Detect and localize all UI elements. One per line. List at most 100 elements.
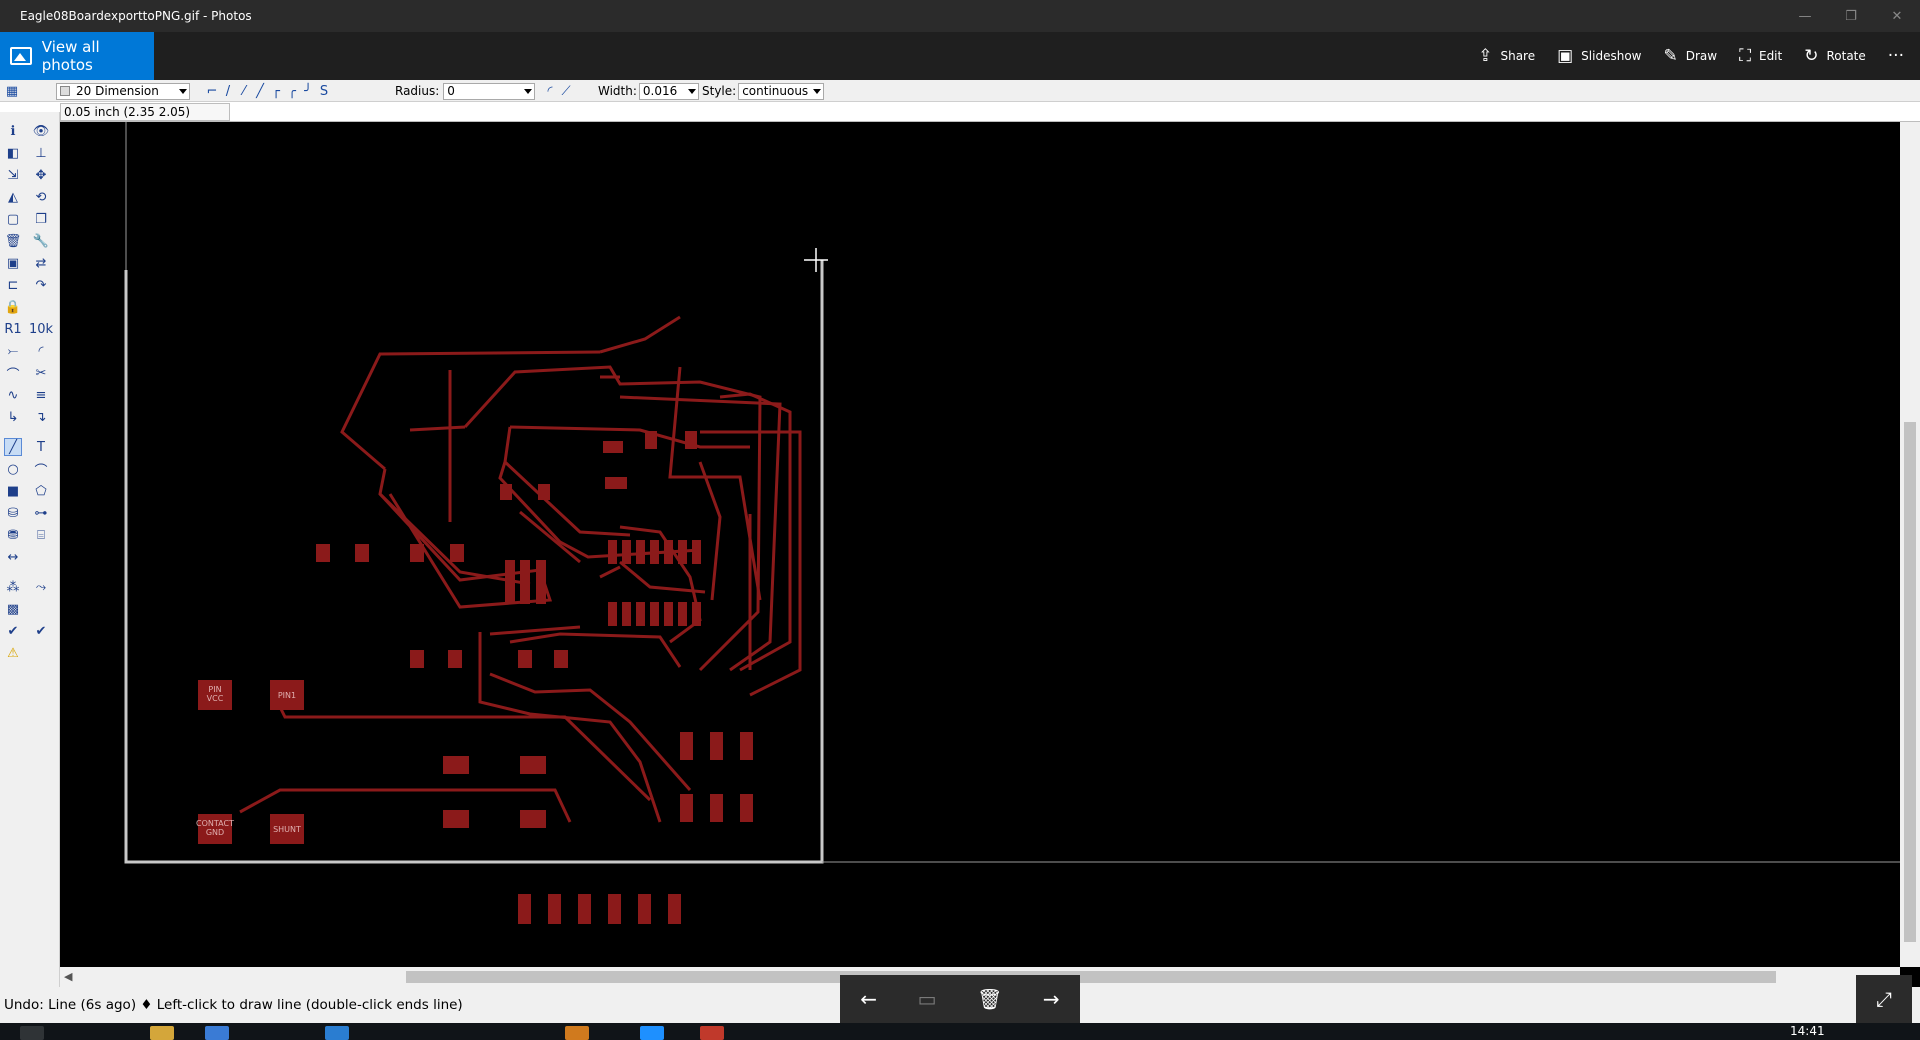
file-explorer-icon[interactable]	[150, 1026, 174, 1040]
full-screen-button[interactable]: ⤢	[1856, 975, 1912, 1023]
contact-label-1: CONTACT	[196, 819, 234, 828]
grid-button[interactable]: ▦	[4, 82, 20, 100]
erc-icon[interactable]: ✔	[4, 622, 22, 640]
polygon-tool-icon[interactable]: ⬠	[32, 482, 50, 500]
maximize-button[interactable]: ❐	[1828, 0, 1874, 32]
route-multi-icon[interactable]: ↴	[32, 408, 50, 426]
smash-icon[interactable]: ⊏	[4, 276, 22, 294]
attribute-icon[interactable]: ⌸	[32, 526, 50, 544]
app3-icon[interactable]	[700, 1026, 724, 1040]
arc-cap-round-icon[interactable]: ◜	[542, 83, 558, 99]
show-icon[interactable]: 👁	[32, 122, 50, 140]
move-cross-icon[interactable]: ✥	[32, 166, 50, 184]
next-photo-button[interactable]: →	[1043, 987, 1060, 1011]
eagle-taskbar-icon[interactable]	[565, 1026, 589, 1040]
mirror-icon[interactable]: ◭	[4, 188, 22, 206]
value-icon[interactable]: 10k	[29, 320, 53, 338]
start-icon[interactable]	[20, 1026, 44, 1040]
more-icon: ···	[1887, 46, 1904, 66]
rotate-label: Rotate	[1826, 49, 1866, 63]
route-icon[interactable]: ≡	[32, 386, 50, 404]
display-layers-icon[interactable]: ◧	[4, 144, 22, 162]
bend-l-icon[interactable]: ┌	[268, 83, 284, 99]
meander-icon[interactable]: ∿	[4, 386, 22, 404]
close-button[interactable]: ✕	[1874, 0, 1920, 32]
horizontal-scroll-thumb[interactable]	[406, 971, 1776, 983]
fit-photo-button[interactable]: ▭	[918, 987, 937, 1011]
optimize-icon[interactable]: ⌒	[4, 364, 22, 383]
copy-icon[interactable]: ❐	[32, 210, 50, 228]
pin-vcc-label-1: PIN	[208, 685, 221, 694]
text-tool-icon[interactable]: T	[32, 438, 50, 456]
photos-actions: ⇪ Share ▣ Slideshow ✎ Draw ⛶ Edit ↻ Rota…	[1456, 32, 1912, 80]
bend-free-icon[interactable]: /	[220, 83, 236, 99]
route-single-icon[interactable]: ↳	[4, 408, 22, 426]
browser-icon[interactable]	[205, 1026, 229, 1040]
share-icon: ⇪	[1478, 46, 1493, 66]
rect-tool-icon[interactable]: ■	[4, 482, 22, 500]
group-icon[interactable]: ▢	[4, 210, 22, 228]
rotate-tool-icon[interactable]: ⟲	[32, 188, 50, 206]
eagle-parameter-toolbar: ▦ 20 Dimension ⌐ / ⁄ ╱ ┌ ╭ ╯ S Radius: 0…	[0, 80, 1920, 102]
mark-icon[interactable]: ⊥	[32, 144, 50, 162]
board-outline	[124, 260, 824, 864]
split-icon[interactable]: ⤚	[4, 342, 22, 360]
via-icon[interactable]: ⛁	[4, 504, 22, 522]
errors-warning-icon[interactable]: ⚠	[4, 644, 22, 662]
delete-photo-button[interactable]: 🗑	[977, 987, 1002, 1011]
dimension-icon[interactable]: ↔	[4, 548, 22, 566]
autorouter-icon[interactable]: ⤳	[32, 578, 50, 596]
bend-45-icon[interactable]: ⁄	[236, 83, 252, 99]
move-icon[interactable]: ⇲	[4, 166, 22, 184]
arc-tool-icon[interactable]: ⌒	[32, 460, 50, 479]
circle-tool-icon[interactable]: ○	[4, 460, 22, 478]
bend-90-icon[interactable]: ⌐	[204, 83, 220, 99]
line-tool-icon[interactable]: ╱	[4, 438, 22, 456]
name-icon[interactable]: R1	[4, 320, 22, 338]
layer-select[interactable]: 20 Dimension	[56, 82, 190, 100]
ripup-icon[interactable]: ✂	[32, 364, 50, 382]
crosshair-cursor	[804, 248, 828, 272]
add-part-icon[interactable]: ▣	[4, 254, 22, 272]
bend-straight-icon[interactable]: ╱	[252, 83, 268, 99]
miter-icon[interactable]: ◜	[32, 342, 50, 360]
drc-icon[interactable]: ✔	[32, 622, 50, 640]
signal-icon[interactable]: ⊶	[32, 504, 50, 522]
info-icon[interactable]: ℹ	[4, 122, 22, 140]
app2-icon[interactable]	[640, 1026, 664, 1040]
board-icon[interactable]: ▩	[4, 600, 22, 618]
swap-icon[interactable]: ↷	[32, 276, 50, 294]
arc-cap-flat-icon[interactable]: ⟋	[558, 83, 574, 99]
style-select[interactable]: continuous	[738, 82, 825, 100]
width-select[interactable]: 0.016	[638, 82, 699, 100]
more-button[interactable]: ···	[1888, 46, 1912, 66]
vertical-scrollbar[interactable]	[1900, 122, 1920, 967]
slideshow-label: Slideshow	[1581, 49, 1642, 63]
radius-select[interactable]: 0	[443, 82, 536, 100]
hole-icon[interactable]: ⛃	[4, 526, 22, 544]
wrench-icon[interactable]: 🔧	[32, 232, 50, 250]
edit-button[interactable]: ⛶ Edit	[1739, 46, 1782, 66]
draw-button[interactable]: ✎ Draw	[1663, 46, 1717, 66]
previous-photo-button[interactable]: ←	[860, 987, 877, 1011]
wire-bend-styles: ⌐ / ⁄ ╱ ┌ ╭ ╯ S	[204, 82, 332, 100]
bend-s-icon[interactable]: S	[316, 83, 332, 99]
slideshow-button[interactable]: ▣ Slideshow	[1557, 46, 1641, 66]
status-text: Undo: Line (6s ago) ♦ Left-click to draw…	[4, 997, 463, 1013]
bend-arc2-icon[interactable]: ╯	[300, 83, 316, 99]
minimize-button[interactable]: —	[1782, 0, 1828, 32]
board-canvas[interactable]: PIN VCC PIN1 CONTACT GND SHUNT	[60, 122, 1900, 967]
vertical-scroll-thumb[interactable]	[1904, 422, 1916, 942]
scroll-left-icon[interactable]: ◀	[64, 970, 72, 983]
share-button[interactable]: ⇪ Share	[1478, 46, 1535, 66]
ratsnest-icon[interactable]: ⁂	[4, 578, 22, 596]
lock-icon[interactable]: 🔒	[4, 298, 22, 316]
delete-icon[interactable]: 🗑	[4, 232, 22, 250]
rotate-button[interactable]: ↻ Rotate	[1804, 46, 1866, 66]
app-icon[interactable]	[325, 1026, 349, 1040]
window-titlebar: Eagle08BoardexporttoPNG.gif - Photos — ❐…	[0, 0, 1920, 32]
replace-icon[interactable]: ⇄	[32, 254, 50, 272]
view-all-photos-button[interactable]: View all photos	[0, 32, 154, 80]
bend-arc-icon[interactable]: ╭	[284, 83, 300, 99]
chevron-down-icon	[687, 88, 696, 94]
